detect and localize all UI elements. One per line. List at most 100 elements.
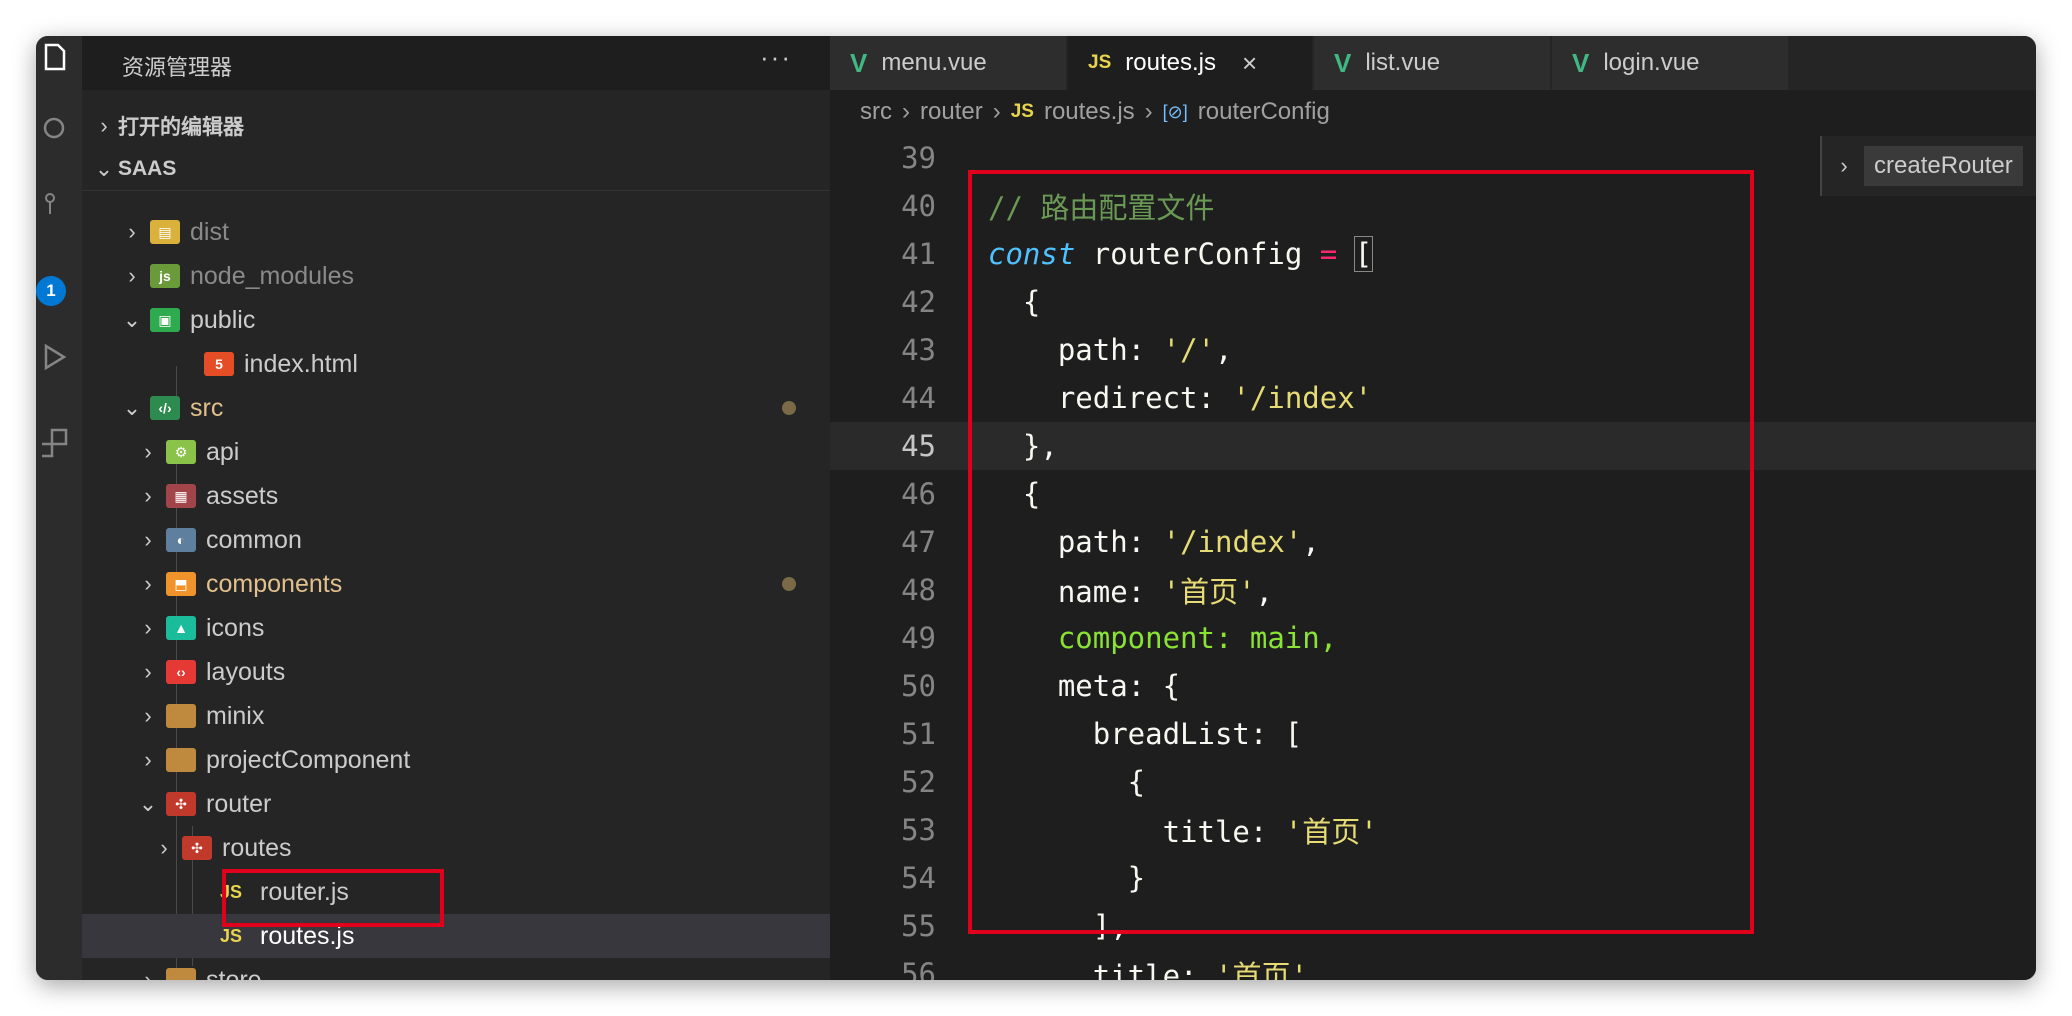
modified-dot: [782, 577, 796, 591]
run-debug-icon[interactable]: [42, 342, 72, 372]
activity-bar: 1: [36, 36, 82, 980]
tree-row-api[interactable]: › ⚙ api: [82, 430, 830, 474]
breadcrumb-item[interactable]: src: [860, 98, 892, 126]
line-number: 44: [901, 381, 936, 415]
breadcrumb-separator-icon: ›: [992, 98, 1001, 125]
tree-row-assets[interactable]: › ▦ assets: [82, 474, 830, 518]
tree-row-index-html[interactable]: 5 index.html: [82, 342, 830, 386]
node-folder-icon: js: [150, 264, 180, 288]
vue-icon: V: [850, 47, 868, 78]
tree-label: public: [190, 305, 256, 334]
chevron-right-icon: ›: [144, 747, 152, 772]
line-number: 50: [901, 669, 936, 703]
chevron-right-icon: ›: [144, 439, 152, 464]
vue-icon: V: [1334, 47, 1352, 78]
chevron-down-icon: ⌄: [94, 155, 114, 181]
code-text: title: '首页': [988, 959, 1308, 980]
tab-routes-js[interactable]: JS routes.js ×: [1068, 36, 1312, 90]
tree-row-node-modules[interactable]: › js node_modules: [82, 254, 830, 298]
tab-menu-vue[interactable]: V menu.vue: [830, 36, 1066, 90]
outline-label: createRouter: [1864, 146, 2023, 186]
tree-row-router-js[interactable]: JS router.js: [82, 870, 830, 914]
line-number: 48: [901, 573, 936, 607]
tree-row-routes-js[interactable]: JS routes.js: [82, 914, 830, 958]
breadcrumb-item[interactable]: routerConfig: [1198, 98, 1330, 126]
open-editors-label: 打开的编辑器: [118, 116, 244, 139]
tab-login-vue[interactable]: V login.vue: [1552, 36, 1788, 90]
project-label: SAAS: [118, 156, 177, 180]
line-number: 47: [901, 525, 936, 559]
tab-label: routes.js: [1125, 49, 1216, 76]
folder-icon: [166, 748, 196, 772]
tab-label: list.vue: [1365, 49, 1441, 76]
tree-label: common: [206, 525, 302, 554]
html5-icon: 5: [204, 352, 234, 376]
tree-label: assets: [206, 481, 279, 510]
line-number: 53: [901, 813, 936, 847]
chevron-right-icon: ›: [160, 835, 168, 860]
explorer-icon[interactable]: [42, 42, 72, 72]
chevron-right-icon: ›: [1840, 153, 1848, 178]
breadcrumb: src › router › JS routes.js › [⊘] router…: [860, 90, 1330, 134]
code-line: 56 title: '首页': [830, 950, 2036, 980]
line-number: 54: [901, 861, 936, 895]
tree-row-store[interactable]: › store: [82, 958, 830, 980]
explorer-title: 资源管理器: [122, 55, 233, 80]
tab-list-vue[interactable]: V list.vue: [1314, 36, 1550, 90]
tree-label: projectComponent: [206, 745, 411, 774]
chevron-right-icon: ›: [128, 263, 136, 288]
breadcrumb-item[interactable]: routes.js: [1044, 98, 1135, 126]
tree-row-src[interactable]: ⌄ ‹/› src: [82, 386, 830, 430]
chevron-right-icon: ›: [144, 615, 152, 640]
breadcrumb-item[interactable]: router: [920, 98, 983, 126]
tree-row-layouts[interactable]: › ‹› layouts: [82, 650, 830, 694]
explorer-sidebar: 资源管理器 ··· › 打开的编辑器 ⌄ SAAS › ▤ dist › js …: [82, 36, 830, 980]
tree-row-common[interactable]: › ◐ common: [82, 518, 830, 562]
tree-label: dist: [190, 217, 229, 246]
tree-row-router[interactable]: ⌄ ✣ router: [82, 782, 830, 826]
project-section[interactable]: ⌄ SAAS: [82, 147, 830, 191]
more-actions-button[interactable]: ···: [760, 42, 792, 73]
tree-label: icons: [206, 613, 265, 642]
tree-label: api: [206, 437, 240, 466]
line-number: 40: [901, 189, 936, 223]
folder-icon: [166, 704, 196, 728]
extensions-icon[interactable]: [42, 428, 72, 458]
modified-dot: [782, 401, 796, 415]
chevron-down-icon: ⌄: [138, 791, 158, 816]
tree-row-icons[interactable]: › ▲ icons: [82, 606, 830, 650]
tree-row-projectcomponent[interactable]: › projectComponent: [82, 738, 830, 782]
tree-row-components[interactable]: › ⬒ components: [82, 562, 830, 606]
outline-widget[interactable]: › createRouter: [1820, 136, 2036, 196]
source-control-icon[interactable]: [42, 190, 72, 220]
assets-folder-icon: ▦: [166, 484, 196, 508]
tree-row-public[interactable]: ⌄ ▣ public: [82, 298, 830, 342]
close-icon[interactable]: ×: [1242, 48, 1257, 79]
components-folder-icon: ⬒: [166, 572, 196, 596]
editor-area: V menu.vue JS routes.js × V list.vue V l…: [830, 36, 2036, 980]
js-icon: JS: [1010, 101, 1034, 122]
js-icon: JS: [1088, 52, 1112, 73]
breadcrumb-separator-icon: ›: [1144, 98, 1153, 125]
chevron-right-icon: ›: [144, 967, 152, 980]
tree-row-minix[interactable]: › minix: [82, 694, 830, 738]
tab-label: menu.vue: [881, 49, 987, 76]
highlight-box-code: [968, 170, 1754, 934]
tree-label: index.html: [244, 349, 358, 378]
layouts-folder-icon: ‹›: [166, 660, 196, 684]
line-number: 51: [901, 717, 936, 751]
public-folder-icon: ▣: [150, 308, 180, 332]
icons-folder-icon: ▲: [166, 616, 196, 640]
chevron-down-icon: ⌄: [122, 307, 142, 332]
line-number: 45: [901, 429, 936, 463]
open-editors-section[interactable]: › 打开的编辑器: [82, 104, 830, 148]
tree-row-dist[interactable]: › ▤ dist: [82, 210, 830, 254]
tree-row-routes[interactable]: › ✣ routes: [82, 826, 830, 870]
chevron-right-icon: ›: [100, 113, 108, 138]
line-number: 43: [901, 333, 936, 367]
search-icon[interactable]: [42, 114, 72, 144]
chevron-right-icon: ›: [144, 659, 152, 684]
chevron-right-icon: ›: [144, 527, 152, 552]
tree-label: routes: [222, 833, 292, 862]
line-number: 46: [901, 477, 936, 511]
